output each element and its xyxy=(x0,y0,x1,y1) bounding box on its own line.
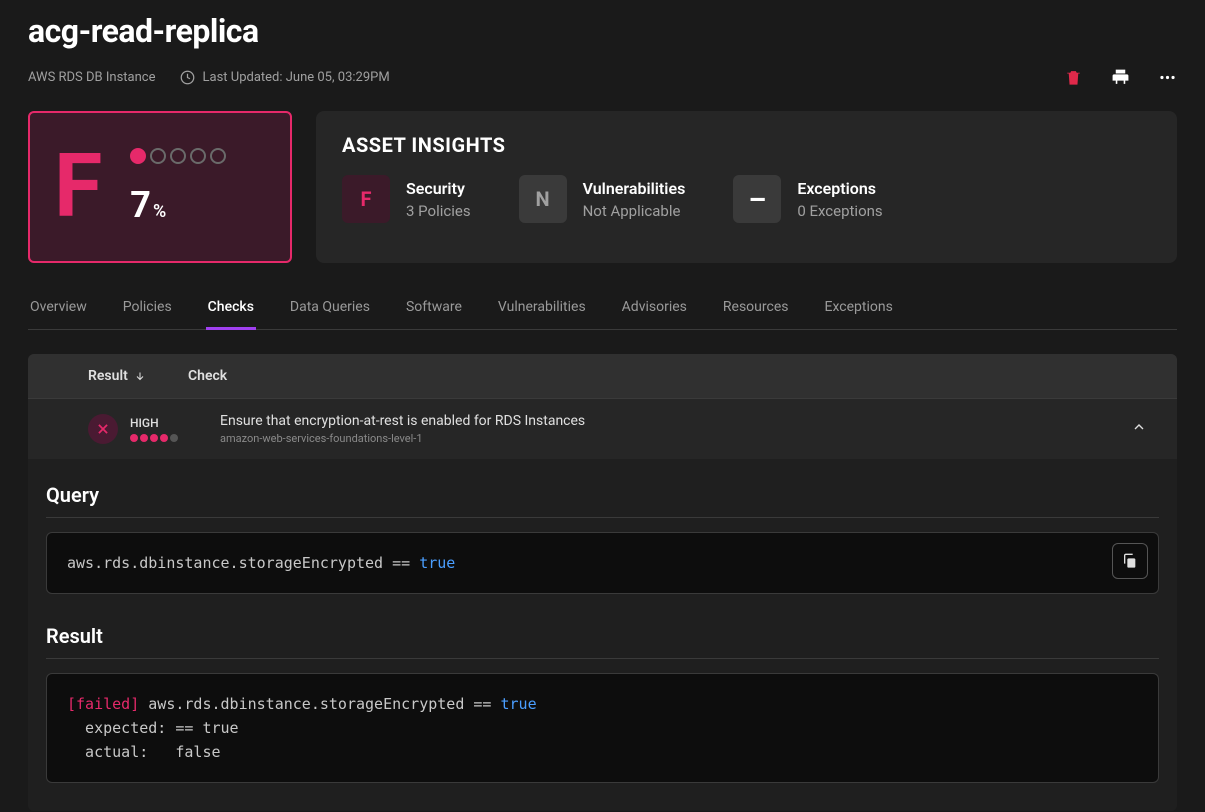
insights-card: ASSET INSIGHTS F Security 3 Policies N V… xyxy=(316,111,1177,263)
checks-table: Result Check HIGH Ensure that encryption… xyxy=(28,354,1177,811)
tab-exceptions[interactable]: Exceptions xyxy=(822,291,894,330)
score-grade: F xyxy=(54,143,102,231)
insight-item[interactable]: F Security 3 Policies xyxy=(342,175,471,223)
insight-item[interactable]: – Exceptions 0 Exceptions xyxy=(733,175,882,223)
tab-software[interactable]: Software xyxy=(404,291,464,330)
asset-type-label: AWS RDS DB Instance xyxy=(28,70,156,85)
clock-icon xyxy=(180,70,195,85)
result-section-title: Result xyxy=(46,624,1159,659)
insight-label: Security xyxy=(406,179,471,198)
tab-bar: Overview Policies Checks Data Queries Softwa… xyxy=(28,291,1177,330)
delete-button[interactable] xyxy=(1064,68,1083,87)
insight-badge: N xyxy=(519,175,567,223)
insight-badge: F xyxy=(342,175,390,223)
print-button[interactable] xyxy=(1111,68,1130,87)
copy-button[interactable] xyxy=(1112,543,1148,579)
check-row[interactable]: HIGH Ensure that encryption-at-rest is e… xyxy=(28,398,1177,459)
column-header-check[interactable]: Check xyxy=(188,368,1157,384)
check-detail-panel: Query aws.rds.dbinstance.storageEncrypte… xyxy=(28,459,1177,811)
score-card: F 7% xyxy=(28,111,292,263)
tab-advisories[interactable]: Advisories xyxy=(620,291,689,330)
insight-label: Exceptions xyxy=(797,179,882,198)
query-section-title: Query xyxy=(46,483,1159,518)
sort-down-icon xyxy=(134,370,146,382)
insight-value: Not Applicable xyxy=(583,202,686,220)
tab-data-queries[interactable]: Data Queries xyxy=(288,291,372,330)
insight-item[interactable]: N Vulnerabilities Not Applicable xyxy=(519,175,686,223)
tab-policies[interactable]: Policies xyxy=(121,291,174,330)
tab-checks[interactable]: Checks xyxy=(206,291,256,330)
result-code-block: [failed] aws.rds.dbinstance.storageEncry… xyxy=(46,673,1159,783)
tab-resources[interactable]: Resources xyxy=(721,291,791,330)
tab-overview[interactable]: Overview xyxy=(28,291,89,330)
page-title: acg-read-replica xyxy=(28,12,1177,50)
check-name: Ensure that encryption-at-rest is enable… xyxy=(220,413,585,429)
score-percent: 7% xyxy=(130,184,226,226)
chevron-up-icon[interactable] xyxy=(1131,419,1147,439)
tab-vulnerabilities[interactable]: Vulnerabilities xyxy=(496,291,588,330)
severity-dots xyxy=(130,434,220,442)
insight-badge: – xyxy=(733,175,781,223)
score-dots xyxy=(130,148,226,164)
check-policy-group: amazon-web-services-foundations-level-1 xyxy=(220,432,585,445)
insight-value: 3 Policies xyxy=(406,202,471,220)
insight-label: Vulnerabilities xyxy=(583,179,686,198)
severity-label: HIGH xyxy=(130,416,220,430)
fail-icon xyxy=(88,414,118,444)
last-updated-label: Last Updated: June 05, 03:29PM xyxy=(203,70,390,85)
insights-title: ASSET INSIGHTS xyxy=(342,133,1151,157)
more-options-button[interactable] xyxy=(1158,68,1177,87)
insight-value: 0 Exceptions xyxy=(797,202,882,220)
column-header-result[interactable]: Result xyxy=(48,368,188,384)
query-code-block: aws.rds.dbinstance.storageEncrypted == t… xyxy=(46,532,1159,594)
